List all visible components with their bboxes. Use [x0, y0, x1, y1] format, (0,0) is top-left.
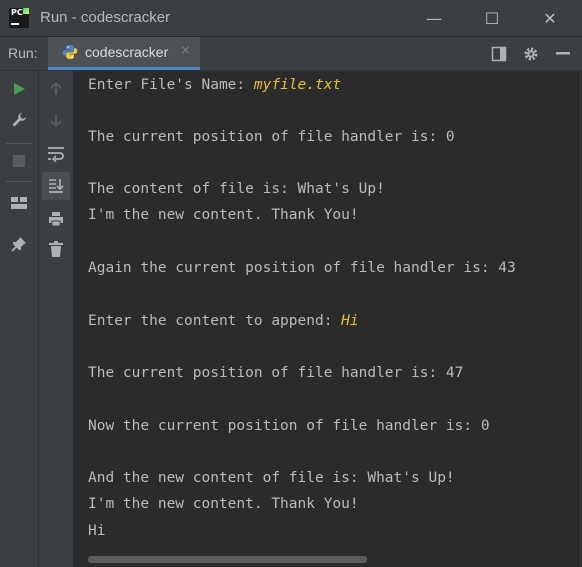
arrow-down-icon — [50, 114, 62, 127]
scroll-to-end-button[interactable] — [42, 172, 70, 200]
maximize-button[interactable]: ☐ — [464, 0, 520, 36]
gear-icon — [524, 47, 538, 61]
console-line: I'm the new content. Thank You! — [88, 207, 359, 223]
arrow-up-icon — [50, 82, 62, 95]
close-icon: ✕ — [543, 8, 557, 28]
user-input: Hi — [341, 313, 359, 329]
stop-icon — [13, 155, 25, 167]
divider — [6, 181, 32, 182]
soft-wrap-icon — [48, 147, 64, 162]
console-line: The current position of file handler is:… — [88, 129, 455, 145]
maximize-icon: ☐ — [484, 8, 500, 28]
run-label: Run: — [8, 45, 38, 61]
rerun-button[interactable] — [6, 76, 32, 102]
console-line: And the new content of file is: What's U… — [88, 470, 455, 486]
soft-wrap-button[interactable] — [43, 141, 69, 167]
minimize-panel-icon — [556, 52, 570, 55]
pin-tab-button[interactable] — [6, 231, 32, 257]
layout-icon — [491, 46, 507, 62]
console-line: The current position of file handler is:… — [88, 365, 464, 381]
play-icon — [14, 83, 25, 95]
console-line: Now the current position of file handler… — [88, 418, 490, 434]
run-tool-bar: Run: codescracker × — [0, 37, 582, 71]
print-button[interactable] — [43, 206, 69, 232]
console-line: Hi — [88, 523, 106, 539]
minimize-button[interactable]: — — [406, 0, 462, 36]
console-line: Again the current position of file handl… — [88, 260, 516, 276]
scroll-up-button[interactable] — [43, 76, 69, 102]
minimize-icon: — — [426, 8, 442, 28]
pycharm-logo-icon: PC — [9, 8, 29, 28]
scroll-down-button[interactable] — [43, 107, 69, 133]
settings-button[interactable] — [521, 44, 541, 64]
edit-configuration-button[interactable] — [6, 107, 32, 133]
horizontal-scrollbar[interactable] — [88, 556, 367, 563]
print-icon — [49, 212, 63, 227]
divider — [6, 143, 32, 144]
console-action-toolbar — [38, 71, 73, 567]
wrench-icon — [12, 113, 26, 127]
window-title: Run - codescracker — [40, 9, 171, 26]
close-button[interactable]: ✕ — [522, 0, 578, 36]
left-action-toolbar — [0, 71, 38, 567]
tab-label: codescracker — [85, 44, 169, 60]
console-line: The content of file is: What's Up! — [88, 181, 385, 197]
layout-grid-icon — [11, 197, 27, 209]
right-edge — [580, 71, 581, 567]
restore-layout-button[interactable] — [6, 190, 32, 216]
console-line: I'm the new content. Thank You! — [88, 496, 359, 512]
hide-button[interactable] — [553, 44, 573, 64]
scroll-to-end-icon — [49, 179, 64, 193]
tab-close-icon[interactable]: × — [180, 43, 191, 58]
trash-icon — [49, 241, 63, 257]
tab-codescracker[interactable]: codescracker × — [48, 37, 200, 70]
pin-icon — [11, 237, 26, 252]
python-icon — [62, 45, 78, 59]
stop-button[interactable] — [6, 148, 32, 174]
user-input: myfile.txt — [253, 77, 342, 93]
console-line: Enter File's Name: myfile.txt — [88, 77, 342, 93]
console-line: Enter the content to append: Hi — [88, 313, 359, 329]
console-output[interactable]: Enter File's Name: myfile.txt The curren… — [73, 71, 582, 567]
clear-all-button[interactable] — [43, 236, 69, 262]
layout-button[interactable] — [489, 44, 509, 64]
title-bar: PC Run - codescracker — ☐ ✕ — [0, 0, 582, 37]
